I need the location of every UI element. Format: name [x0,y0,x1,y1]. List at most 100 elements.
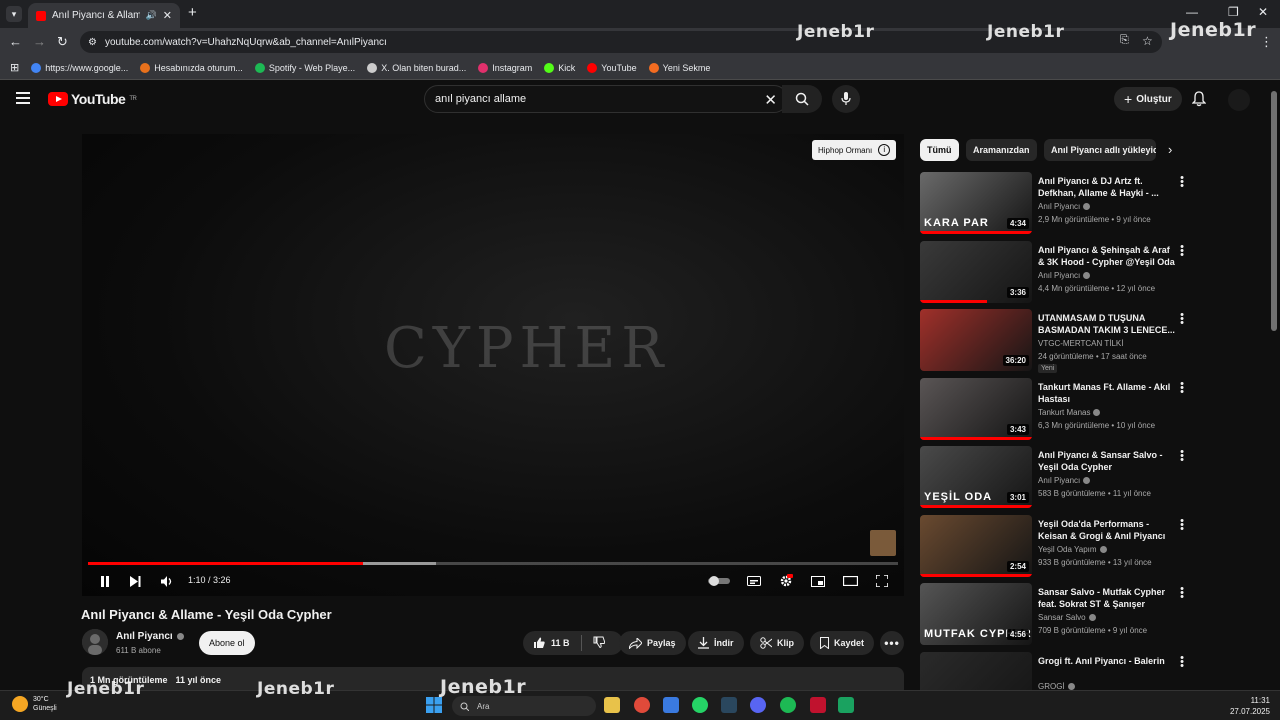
recommended-video[interactable]: KARA PAR 4:34 Anıl Piyancı & DJ Artz ft. D… [920,172,1190,234]
close-tab-icon[interactable]: ✕ [163,9,172,22]
recommended-title[interactable]: Tankurt Manas Ft. Allame - Akıl Hastası [1038,381,1176,405]
video-thumbnail[interactable]: MUTFAK CYPHER 4:56 [920,583,1032,645]
maximize-button[interactable]: ❐ [1228,5,1239,19]
channel-watermark[interactable] [870,530,896,556]
channel-name-link[interactable]: Anıl Piyancı [116,631,184,642]
more-vertical-icon[interactable]: • • • [1178,515,1186,534]
bookmark-item[interactable]: Instagram [478,62,532,73]
clear-search-icon[interactable]: ✕ [764,91,777,109]
video-player[interactable]: CYPHER Hiphop Ormanı i 1:10 / 3:26 [82,134,904,596]
info-icon[interactable]: i [878,144,891,156]
taskbar-search[interactable]: Ara [452,696,596,716]
dislike-button[interactable] [593,636,605,650]
clip-button[interactable]: Klip [750,631,804,655]
page-scrollbar[interactable] [1268,81,1280,690]
channel-avatar[interactable] [82,629,108,655]
scrollbar-thumb[interactable] [1271,91,1277,331]
recommended-video[interactable]: 3:43 Tankurt Manas Ft. Allame - Akıl Hast… [920,377,1190,440]
recommended-channel[interactable]: Tankurt Manas [1038,408,1101,417]
chips-next-icon[interactable]: › [1168,142,1172,157]
volume-button[interactable] [160,573,174,589]
video-thumbnail[interactable]: 36:20 [920,309,1032,371]
install-app-icon[interactable]: ⎘ [1120,34,1129,47]
miniplayer-button[interactable] [810,573,826,589]
video-thumbnail[interactable]: 3:43 [920,377,1032,440]
more-vertical-icon[interactable]: • • • [1178,241,1186,260]
recommended-channel[interactable]: VTGC-MERTCAN TİLKİ [1038,339,1124,348]
bookmark-item[interactable]: Yeni Sekme [648,62,710,73]
apps-grid-icon[interactable]: ⊞ [10,61,19,74]
more-vertical-icon[interactable]: • • • [1178,584,1186,603]
whatsapp-icon[interactable] [692,697,708,713]
recommended-title[interactable]: Anıl Piyancı & DJ Artz ft. Defkhan, Alla… [1038,175,1176,199]
close-window-button[interactable]: ✕ [1258,5,1268,19]
recommended-channel[interactable]: Yeşil Oda Yapım [1038,545,1107,554]
recommended-title[interactable]: Grogi ft. Anıl Piyancı - Balerin [1038,655,1176,667]
chrome-icon[interactable] [634,697,650,713]
recommended-video[interactable]: 3:36 Anıl Piyancı & Şehinşah & Araf & 3K … [920,240,1190,303]
recommended-title[interactable]: Sansar Salvo - Mutfak Cypher feat. Sokra… [1038,586,1176,610]
search-input[interactable]: anıl piyancı allame ✕ [424,85,788,113]
recommended-channel[interactable]: Anıl Piyancı [1038,271,1091,280]
back-icon[interactable]: ← [9,34,22,49]
steam-icon[interactable] [721,697,737,713]
download-button[interactable]: İndir [688,631,744,655]
save-button[interactable]: Kaydet [810,631,875,655]
subtitles-button[interactable] [746,573,762,589]
more-vertical-icon[interactable]: • • • [1178,652,1186,671]
bookmark-item[interactable]: X. Olan biten burad... [367,62,466,73]
file-explorer-icon[interactable] [604,697,620,713]
photos-icon[interactable] [663,697,679,713]
windows-start-icon[interactable] [426,697,442,713]
bookmark-item[interactable]: Spotify - Web Playe... [254,62,355,73]
autoplay-toggle[interactable] [708,573,730,589]
filter-chip[interactable]: Tümü [920,139,959,161]
voice-search-button[interactable] [832,85,860,113]
recommended-title[interactable]: UTANMASAM D TUŞUNA BASMADAN TAKIM 3 LENE… [1038,312,1176,336]
fullscreen-button[interactable] [874,573,890,589]
theater-mode-button[interactable] [842,573,858,589]
minimize-button[interactable]: — [1186,5,1198,19]
browser-menu-icon[interactable]: ⋮ [1260,34,1273,50]
new-tab-button[interactable]: + [188,4,197,21]
tab-search-dropdown[interactable]: ▾ [6,6,22,22]
account-avatar[interactable] [1228,89,1250,111]
pause-button[interactable] [98,573,112,589]
bookmark-item[interactable]: YouTube [587,62,637,73]
hamburger-menu-icon[interactable] [16,92,30,104]
tab-audio-icon[interactable]: 🔊 [146,10,157,21]
more-vertical-icon[interactable]: • • • [1178,447,1186,466]
video-thumbnail[interactable]: 2:54 [920,514,1032,577]
video-thumbnail[interactable]: 3:36 [920,240,1032,303]
site-info-icon[interactable]: ⚙ [88,37,97,48]
share-button[interactable]: Paylaş [619,631,686,655]
recommended-title[interactable]: Anıl Piyancı & Sansar Salvo - Yeşil Oda … [1038,449,1176,473]
notifications-bell-icon[interactable] [1192,91,1206,107]
bookmark-item[interactable]: Kick [544,62,575,73]
progress-bar[interactable] [88,562,898,565]
next-button[interactable] [128,573,142,589]
recommended-video[interactable]: 2:54 Yeşil Oda'da Performans - Keisan & G… [920,514,1190,577]
paid-promotion-chip[interactable]: Hiphop Ormanı i [812,140,897,160]
like-button[interactable]: 11 B [533,637,570,649]
video-thumbnail[interactable]: YEŞİL ODA 3:01 [920,446,1032,508]
filter-chip[interactable]: Anıl Piyancı adlı yükleyic [1044,139,1156,161]
recommended-video[interactable]: 36:20 UTANMASAM D TUŞUNA BASMADAN TAKIM 3… [920,309,1190,373]
bookmark-item[interactable]: Hesabınızda oturum... [140,62,243,73]
forward-icon[interactable]: → [33,34,46,49]
browser-tab[interactable]: Anıl Piyancı & Allame - Yeşi 🔊 ✕ [28,3,180,28]
recommended-title[interactable]: Anıl Piyancı & Şehinşah & Araf & 3K Hood… [1038,244,1176,268]
more-vertical-icon[interactable]: • • • [1178,310,1186,329]
app-red-icon[interactable] [810,697,826,713]
video-thumbnail[interactable]: KARA PAR 4:34 [920,172,1032,234]
recommended-channel[interactable]: Sansar Salvo [1038,613,1096,622]
weather-widget[interactable]: 30°C Güneşli [12,695,57,713]
discord-icon[interactable] [750,697,766,713]
filter-chip[interactable]: Aramanızdan [966,139,1037,161]
bookmark-star-icon[interactable]: ☆ [1142,34,1153,48]
recommended-channel[interactable]: Anıl Piyancı [1038,476,1091,485]
youtube-logo[interactable]: YouTube TR [48,91,137,107]
more-actions-button[interactable]: ••• [880,631,904,655]
create-button[interactable]: + Oluştur [1114,87,1182,111]
search-button[interactable] [782,85,822,113]
